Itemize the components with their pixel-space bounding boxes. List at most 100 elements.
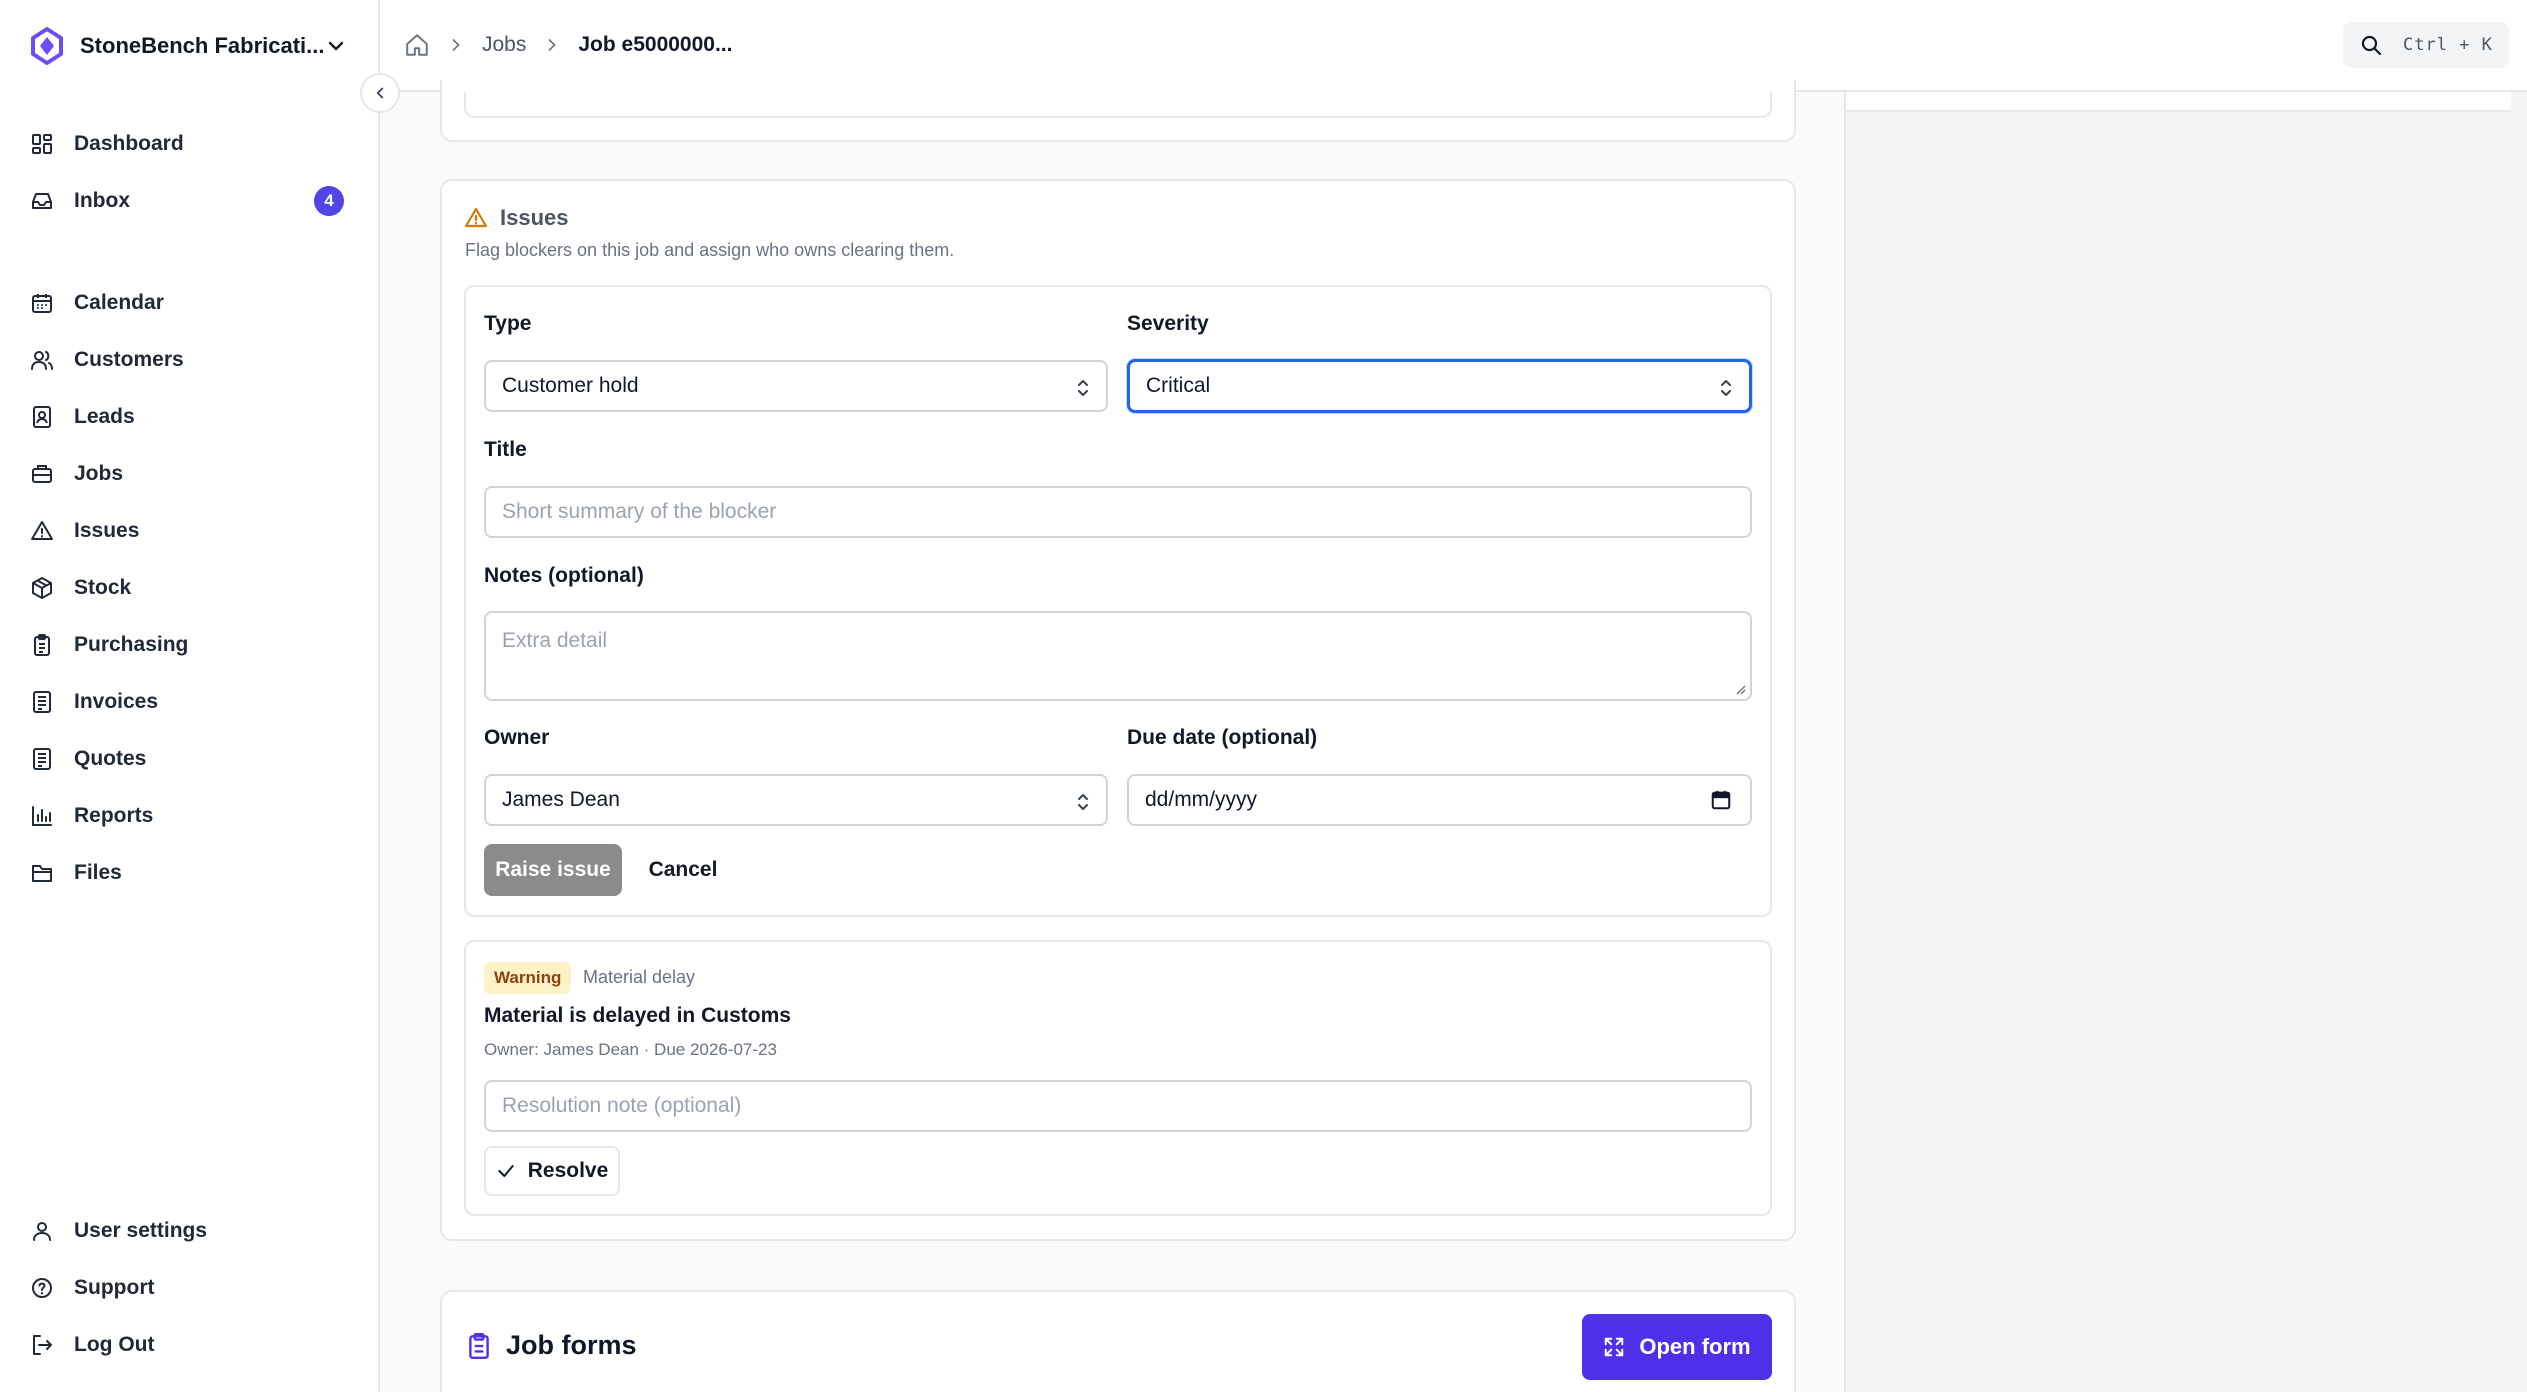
help-icon: [30, 1276, 54, 1300]
sidebar-item-logout[interactable]: Log Out: [30, 1323, 348, 1367]
resolve-button[interactable]: Resolve: [484, 1146, 620, 1196]
severity-label: Severity: [1127, 312, 1209, 335]
sidebar-item-invoices[interactable]: Invoices: [30, 680, 348, 724]
issue-title: Material is delayed in Customs: [484, 1004, 791, 1027]
sidebar-item-label: Reports: [74, 804, 154, 827]
sidebar-item-purchasing[interactable]: Purchasing: [30, 623, 348, 667]
issues-title: Issues: [500, 205, 569, 230]
issue-meta: Owner: James Dean · Due 2026-07-23: [484, 1040, 777, 1059]
sidebar-item-label: Dashboard: [74, 132, 184, 155]
due-date-value: dd/mm/yyyy: [1145, 788, 1258, 811]
sidebar-collapse-button[interactable]: [360, 73, 400, 113]
sidebar-item-issues[interactable]: Issues: [30, 509, 348, 553]
sidebar-item-label: Files: [74, 861, 122, 884]
type-select-value: Customer hold: [502, 374, 639, 397]
type-label: Type: [484, 312, 532, 335]
warning-icon: [464, 206, 488, 230]
type-select[interactable]: Customer hold: [484, 360, 1108, 412]
resize-handle-icon[interactable]: [1734, 683, 1746, 695]
folder-icon: [30, 861, 54, 885]
clipboard-icon: [30, 633, 54, 657]
sidebar-item-user-settings[interactable]: User settings: [30, 1209, 348, 1253]
sidebar-item-label: Jobs: [74, 462, 124, 485]
org-switcher[interactable]: StoneBench Fabricati...: [30, 24, 348, 68]
sidebar-item-reports[interactable]: Reports: [30, 794, 348, 838]
issue-title-placeholder: Short summary of the blocker: [502, 500, 777, 523]
sidebar-item-label: Quotes: [74, 747, 147, 770]
search-icon: [2359, 33, 2383, 57]
logout-icon: [30, 1333, 54, 1357]
raise-issue-button[interactable]: Raise issue: [484, 844, 622, 896]
briefcase-icon: [30, 462, 54, 486]
sidebar-item-label: Customers: [74, 348, 184, 371]
right-side-panel: [1844, 92, 2527, 1392]
sidebar-item-label: Calendar: [74, 291, 164, 314]
title-label: Title: [484, 438, 527, 461]
sidebar-item-files[interactable]: Files: [30, 851, 348, 895]
issue-type: Material delay: [583, 967, 696, 987]
sidebar-item-label: Leads: [74, 405, 135, 428]
search-shortcut: Ctrl + K: [2403, 35, 2493, 55]
box-icon: [30, 576, 54, 600]
issue-title-input[interactable]: Short summary of the blocker: [484, 486, 1752, 538]
command-search-button[interactable]: Ctrl + K: [2343, 22, 2509, 68]
open-form-button[interactable]: Open form: [1582, 1314, 1772, 1380]
document-icon: [30, 747, 54, 771]
sidebar-item-label: Stock: [74, 576, 132, 599]
chevron-left-icon: [371, 84, 389, 102]
sidebar-item-label: Invoices: [74, 690, 159, 713]
sidebar-item-customers[interactable]: Customers: [30, 338, 348, 382]
right-panel-top-strip: [1844, 92, 2511, 112]
sidebar-item-quotes[interactable]: Quotes: [30, 737, 348, 781]
sidebar-item-label: User settings: [74, 1219, 208, 1242]
open-form-label: Open form: [1639, 1334, 1751, 1359]
sidebar-item-stock[interactable]: Stock: [30, 566, 348, 610]
sidebar-item-label: Issues: [74, 519, 140, 542]
users-icon: [30, 348, 54, 372]
notes-placeholder: Extra detail: [502, 629, 608, 652]
owner-select[interactable]: James Dean: [484, 774, 1108, 826]
contact-icon: [30, 405, 54, 429]
calendar-icon[interactable]: [1710, 789, 1732, 811]
cancel-button[interactable]: Cancel: [638, 844, 728, 896]
chevron-right-icon: [446, 35, 466, 55]
check-icon: [496, 1161, 528, 1181]
sidebar-item-support[interactable]: Support: [30, 1266, 348, 1310]
sidebar-item-calendar[interactable]: Calendar: [30, 281, 348, 325]
document-icon: [30, 690, 54, 714]
warning-icon: [30, 519, 54, 543]
sidebar-item-label: Inbox: [74, 189, 130, 212]
sidebar-item-inbox[interactable]: Inbox 4: [30, 179, 348, 223]
clipboard-icon: [466, 1332, 492, 1360]
issues-description: Flag blockers on this job and assign who…: [465, 240, 955, 260]
sidebar-item-leads[interactable]: Leads: [30, 395, 348, 439]
expand-icon: [1603, 1336, 1639, 1358]
dashboard-icon: [30, 132, 54, 156]
job-forms-title: Job forms: [506, 1330, 637, 1360]
resolution-note-input[interactable]: Resolution note (optional): [484, 1080, 1752, 1132]
inbox-count-badge: 4: [314, 186, 344, 216]
breadcrumb: Jobs Job e5000000...: [404, 32, 732, 58]
org-name: StoneBench Fabricati...: [80, 33, 324, 58]
home-icon[interactable]: [404, 32, 430, 58]
due-date-label: Due date (optional): [1127, 726, 1318, 749]
sidebar-item-jobs[interactable]: Jobs: [30, 452, 348, 496]
sidebar-item-label: Support: [74, 1276, 155, 1299]
sidebar-item-dashboard[interactable]: Dashboard: [30, 122, 348, 166]
brand-logo-icon: [30, 27, 64, 65]
inbox-icon: [30, 189, 54, 213]
chevron-down-icon: [324, 34, 348, 58]
owner-label: Owner: [484, 726, 550, 749]
notes-label: Notes (optional): [484, 564, 644, 587]
due-date-input[interactable]: dd/mm/yyyy: [1127, 774, 1752, 826]
resolve-button-label: Resolve: [527, 1159, 609, 1182]
top-bar: Jobs Job e5000000... Ctrl + K: [380, 0, 2527, 92]
calendar-icon: [30, 291, 54, 315]
resolution-note-placeholder: Resolution note (optional): [502, 1094, 742, 1117]
notes-textarea[interactable]: Extra detail: [484, 611, 1752, 701]
select-arrows-icon: [1719, 376, 1733, 400]
severity-badge: Warning: [484, 962, 572, 994]
severity-select[interactable]: Critical: [1127, 359, 1752, 413]
breadcrumb-current-job: Job e5000000...: [578, 33, 733, 56]
breadcrumb-jobs[interactable]: Jobs: [482, 33, 526, 57]
